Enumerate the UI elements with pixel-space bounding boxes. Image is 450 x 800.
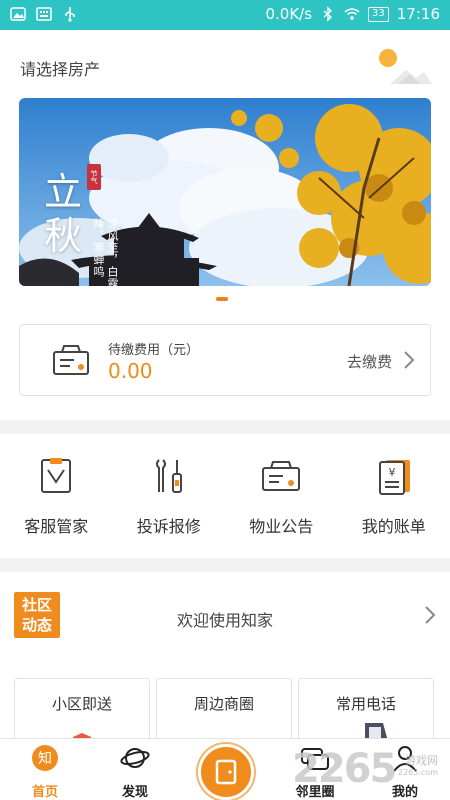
- door-icon: [215, 759, 237, 785]
- section-divider: [0, 558, 450, 572]
- bill-icon: ¥: [378, 460, 410, 495]
- card-nearby-business[interactable]: 周边商圈: [156, 678, 292, 744]
- image-notification-icon: [10, 7, 26, 21]
- fee-amount: 0.00: [108, 359, 153, 383]
- service-label: 我的账单: [361, 517, 426, 536]
- bluetooth-icon: [323, 6, 333, 22]
- service-label: 投诉报修: [136, 517, 201, 536]
- property-label: 请选择房产: [20, 60, 101, 79]
- banner-title: 立 秋: [41, 170, 85, 258]
- wifi-icon: [344, 8, 360, 20]
- tab-discover[interactable]: 发现: [100, 739, 170, 800]
- service-complaint-repair[interactable]: 投诉报修: [113, 448, 226, 558]
- community-welcome-text: 欢迎使用知家: [176, 611, 273, 630]
- banner-poem: 凉风至，白露降，寒蝉鸣: [92, 218, 119, 286]
- card-label: 小区即送: [51, 695, 112, 713]
- butler-icon: [41, 458, 71, 493]
- payment-card-icon: [53, 345, 89, 375]
- watermark-brand: 2265: [292, 746, 397, 792]
- service-label: 物业公告: [249, 517, 314, 536]
- chevron-right-icon: [404, 351, 415, 369]
- planet-icon: [120, 748, 150, 768]
- watermark-suffix: 游戏网: [405, 754, 438, 767]
- banner-stamp: 节气: [87, 164, 101, 190]
- card-label: 周边商圈: [193, 695, 254, 713]
- center-door-button[interactable]: [198, 744, 254, 800]
- fee-label: 待缴费用（元）: [108, 343, 200, 358]
- card-common-phones[interactable]: 常用电话: [298, 678, 434, 744]
- card-label: 常用电话: [335, 695, 396, 713]
- fee-card[interactable]: 待缴费用（元） 0.00 去缴费: [19, 324, 431, 396]
- home-zhi-icon: 知: [32, 745, 58, 771]
- usb-icon: [65, 7, 75, 22]
- property-selector[interactable]: 请选择房产: [0, 30, 450, 98]
- card-community-delivery[interactable]: 小区即送: [14, 678, 150, 744]
- svg-text:¥: ¥: [388, 466, 395, 479]
- battery-indicator: 33: [368, 6, 389, 22]
- service-my-bill[interactable]: ¥ 我的账单: [338, 448, 450, 558]
- clock: 17:16: [396, 5, 440, 23]
- promo-banner[interactable]: 立 秋 节气 凉风至，白露降，寒蝉鸣: [19, 98, 431, 286]
- watermark-url: 2265.com: [398, 768, 438, 777]
- banner-title-line2: 秋: [43, 214, 82, 258]
- status-right: 0.0K/s 33 17:16: [265, 5, 440, 23]
- status-bar: 0.0K/s 33 17:16: [0, 0, 450, 30]
- service-label: 客服管家: [24, 517, 89, 536]
- tab-label: 首页: [31, 785, 58, 800]
- community-news-bar[interactable]: 社区 动态 欢迎使用知家: [0, 572, 450, 664]
- chevron-right-icon: [425, 606, 436, 624]
- section-divider: [0, 420, 450, 434]
- tab-home[interactable]: 知 首页: [10, 739, 80, 800]
- service-property-notice[interactable]: 物业公告: [225, 448, 338, 558]
- tab-label: 发现: [121, 785, 148, 800]
- banner-page-indicator[interactable]: [216, 297, 228, 301]
- network-speed: 0.0K/s: [265, 5, 313, 23]
- sun-cloud-icon: [379, 49, 432, 84]
- site-watermark: 2265 游戏网 2265.com: [292, 746, 442, 794]
- service-customer-butler[interactable]: 客服管家: [0, 448, 113, 558]
- notice-icon: [262, 461, 300, 491]
- keyboard-icon: [36, 7, 52, 21]
- pay-fee-link[interactable]: 去缴费: [347, 351, 392, 372]
- repair-tools-icon: [155, 459, 182, 493]
- status-left-icons: [10, 6, 78, 22]
- banner-title-line1: 立: [43, 170, 82, 214]
- svg-text:知: 知: [38, 750, 52, 767]
- services-grid: 客服管家 投诉报修 物业公告 ¥ 我的账单: [0, 448, 450, 558]
- feature-cards: 小区即送 周边商圈 常用电话: [14, 678, 450, 744]
